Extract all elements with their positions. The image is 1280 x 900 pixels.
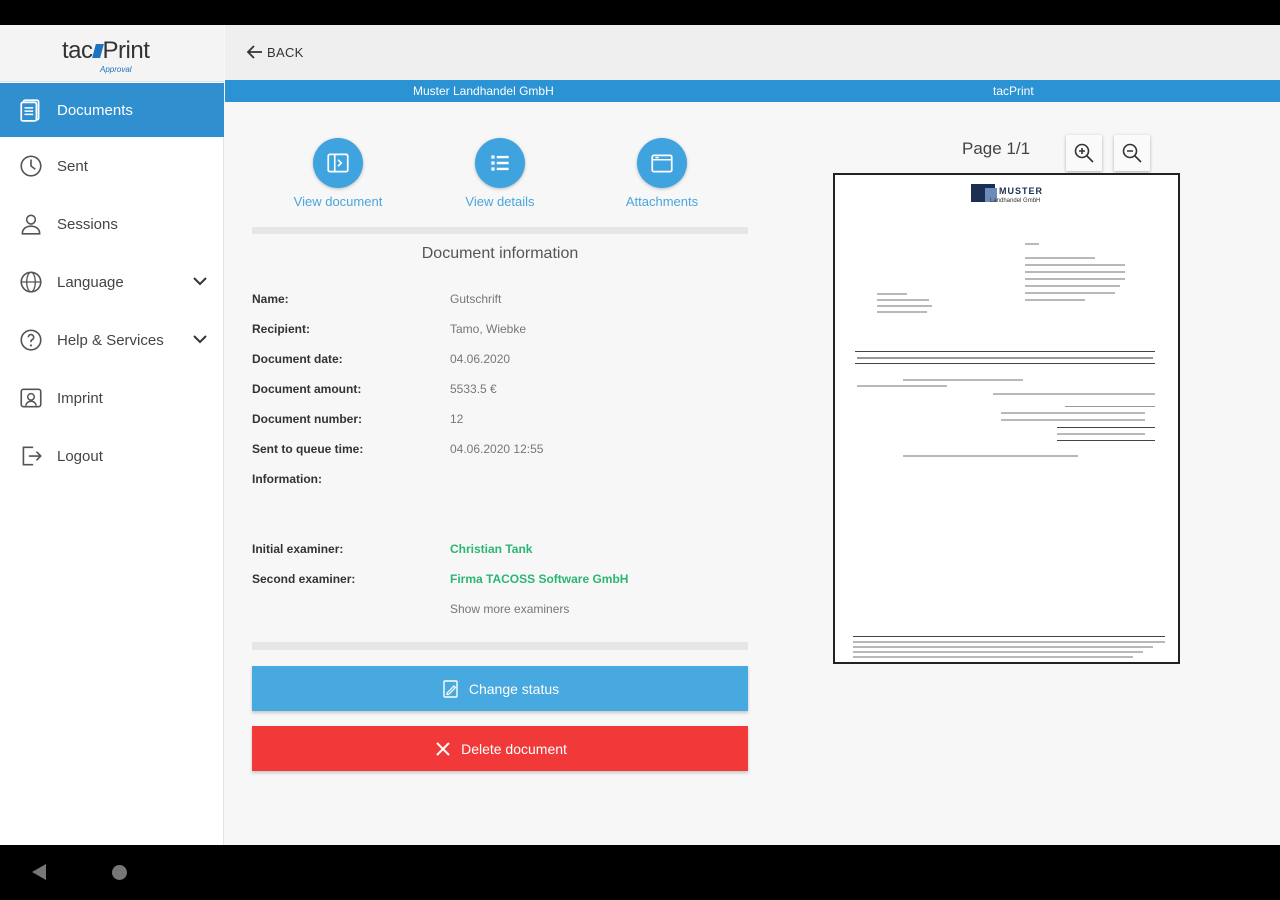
app-window: tac Print Approval Documents Sent Sessio… <box>0 25 1280 845</box>
attachment-icon <box>651 154 673 173</box>
examiner-name: Christian Tank <box>450 542 533 556</box>
info-value: Gutschrift <box>450 292 502 306</box>
view-document-label: View document <box>293 194 383 209</box>
document-actions: View document View details Attachments <box>252 138 748 228</box>
sidebar-item-imprint[interactable]: Imprint <box>0 369 224 427</box>
initial-examiner-row: Initial examiner: Christian Tank <box>252 538 748 568</box>
view-document-icon <box>327 153 349 173</box>
sidebar-item-sessions[interactable]: Sessions <box>0 195 224 253</box>
logout-icon <box>18 443 44 469</box>
sidebar-item-logout[interactable]: Logout <box>0 427 224 485</box>
delete-document-label: Delete document <box>461 740 567 757</box>
edit-document-icon <box>443 679 458 698</box>
preview-brand-sub: Landhandel GmbH <box>990 198 1041 204</box>
help-icon <box>18 327 44 353</box>
logo-text-left: tac <box>62 37 93 64</box>
sidebar-item-label: Imprint <box>57 389 103 407</box>
sidebar: tac Print Approval Documents Sent Sessio… <box>0 25 224 845</box>
sidebar-item-label: Logout <box>57 447 103 465</box>
back-label: BACK <box>267 44 304 60</box>
clock-icon <box>18 153 44 179</box>
sidebar-item-sent[interactable]: Sent <box>0 137 224 195</box>
page-controls: Page 1/1 <box>960 135 1160 171</box>
page-indicator: Page 1/1 <box>962 139 1031 158</box>
info-row-recipient: Recipient: Tamo, Wiebke <box>252 318 748 348</box>
info-key: Recipient: <box>252 322 311 336</box>
app-logo: tac Print Approval <box>0 25 224 82</box>
zoom-in-button[interactable] <box>1066 135 1102 171</box>
info-key: Name: <box>252 292 289 306</box>
logo-subtitle: Approval <box>100 65 132 74</box>
document-header-bar: Muster Landhandel GmbH tacPrint <box>225 80 1280 102</box>
document-preview[interactable]: MUSTER Landhandel GmbH <box>833 173 1180 664</box>
attachments-label: Attachments <box>625 194 699 209</box>
info-value: 04.06.2020 <box>450 352 511 366</box>
info-row-document-number: Document number: 12 <box>252 408 748 438</box>
system-home-icon[interactable] <box>112 865 127 880</box>
sidebar-item-documents[interactable]: Documents <box>0 83 224 137</box>
info-value: 12 <box>450 412 464 426</box>
sidebar-item-label: Help & Services <box>57 331 164 349</box>
info-row-document-amount: Document amount: 5533.5 € <box>252 378 748 408</box>
sidebar-menu: Documents Sent Sessions Language Help & … <box>0 83 224 485</box>
chevron-down-icon[interactable] <box>192 273 208 289</box>
document-icon <box>18 97 44 123</box>
info-key: Document amount: <box>252 382 362 396</box>
info-row-queue-time: Sent to queue time: 04.06.2020 12:55 <box>252 438 748 468</box>
system-nav-bar <box>0 845 1280 900</box>
info-key: Initial examiner: <box>252 542 344 556</box>
preview-brand: MUSTER <box>999 186 1043 196</box>
zoom-out-icon <box>1122 143 1142 163</box>
info-value: 5533.5 € <box>450 382 497 396</box>
info-key: Information: <box>252 472 322 486</box>
divider <box>252 227 748 234</box>
product-name: tacPrint <box>993 84 1034 98</box>
sidebar-item-label: Documents <box>57 101 133 119</box>
show-more-examiners-link[interactable]: Show more examiners <box>450 602 569 616</box>
back-button[interactable]: BACK <box>245 42 304 62</box>
delete-document-button[interactable]: Delete document <box>252 726 748 771</box>
view-document-button[interactable]: View document <box>278 138 398 209</box>
chevron-down-icon[interactable] <box>192 331 208 347</box>
info-row-information: Information: <box>252 468 748 498</box>
imprint-icon <box>18 385 44 411</box>
info-key: Document date: <box>252 352 343 366</box>
info-row-document-date: Document date: 04.06.2020 <box>252 348 748 378</box>
user-icon <box>18 211 44 237</box>
logo-text-right: Print <box>102 37 150 64</box>
info-key: Second examiner: <box>252 572 356 586</box>
sidebar-item-language[interactable]: Language <box>0 253 224 311</box>
view-details-label: View details <box>465 194 535 209</box>
info-value: Tamo, Wiebke <box>450 322 527 336</box>
system-back-icon[interactable] <box>32 864 46 880</box>
company-name: Muster Landhandel GmbH <box>413 84 554 98</box>
sidebar-item-label: Sessions <box>57 215 118 233</box>
divider <box>252 642 748 650</box>
sidebar-item-label: Sent <box>57 157 88 175</box>
section-title: Document information <box>421 245 579 262</box>
status-bar <box>0 0 1280 25</box>
info-row-name: Name: Gutschrift <box>252 288 748 318</box>
zoom-in-icon <box>1074 143 1094 163</box>
view-details-button[interactable]: View details <box>440 138 560 209</box>
attachments-button[interactable]: Attachments <box>602 138 722 209</box>
zoom-out-button[interactable] <box>1114 135 1150 171</box>
globe-icon <box>18 269 44 295</box>
info-value: 04.06.2020 12:55 <box>450 442 544 456</box>
sidebar-item-label: Language <box>57 273 124 291</box>
list-icon <box>491 155 509 171</box>
sidebar-item-help[interactable]: Help & Services <box>0 311 224 369</box>
info-key: Document number: <box>252 412 363 426</box>
second-examiner-row: Second examiner: Firma TACOSS Software G… <box>252 568 748 598</box>
document-info: Name: Gutschrift Recipient: Tamo, Wiebke… <box>252 288 748 628</box>
examiner-name: Firma TACOSS Software GmbH <box>450 572 629 586</box>
top-bar: BACK <box>225 25 1280 80</box>
arrow-left-icon <box>246 45 262 59</box>
close-icon <box>436 741 450 756</box>
change-status-label: Change status <box>468 680 560 697</box>
change-status-button[interactable]: Change status <box>252 666 748 711</box>
info-key: Sent to queue time: <box>252 442 364 456</box>
